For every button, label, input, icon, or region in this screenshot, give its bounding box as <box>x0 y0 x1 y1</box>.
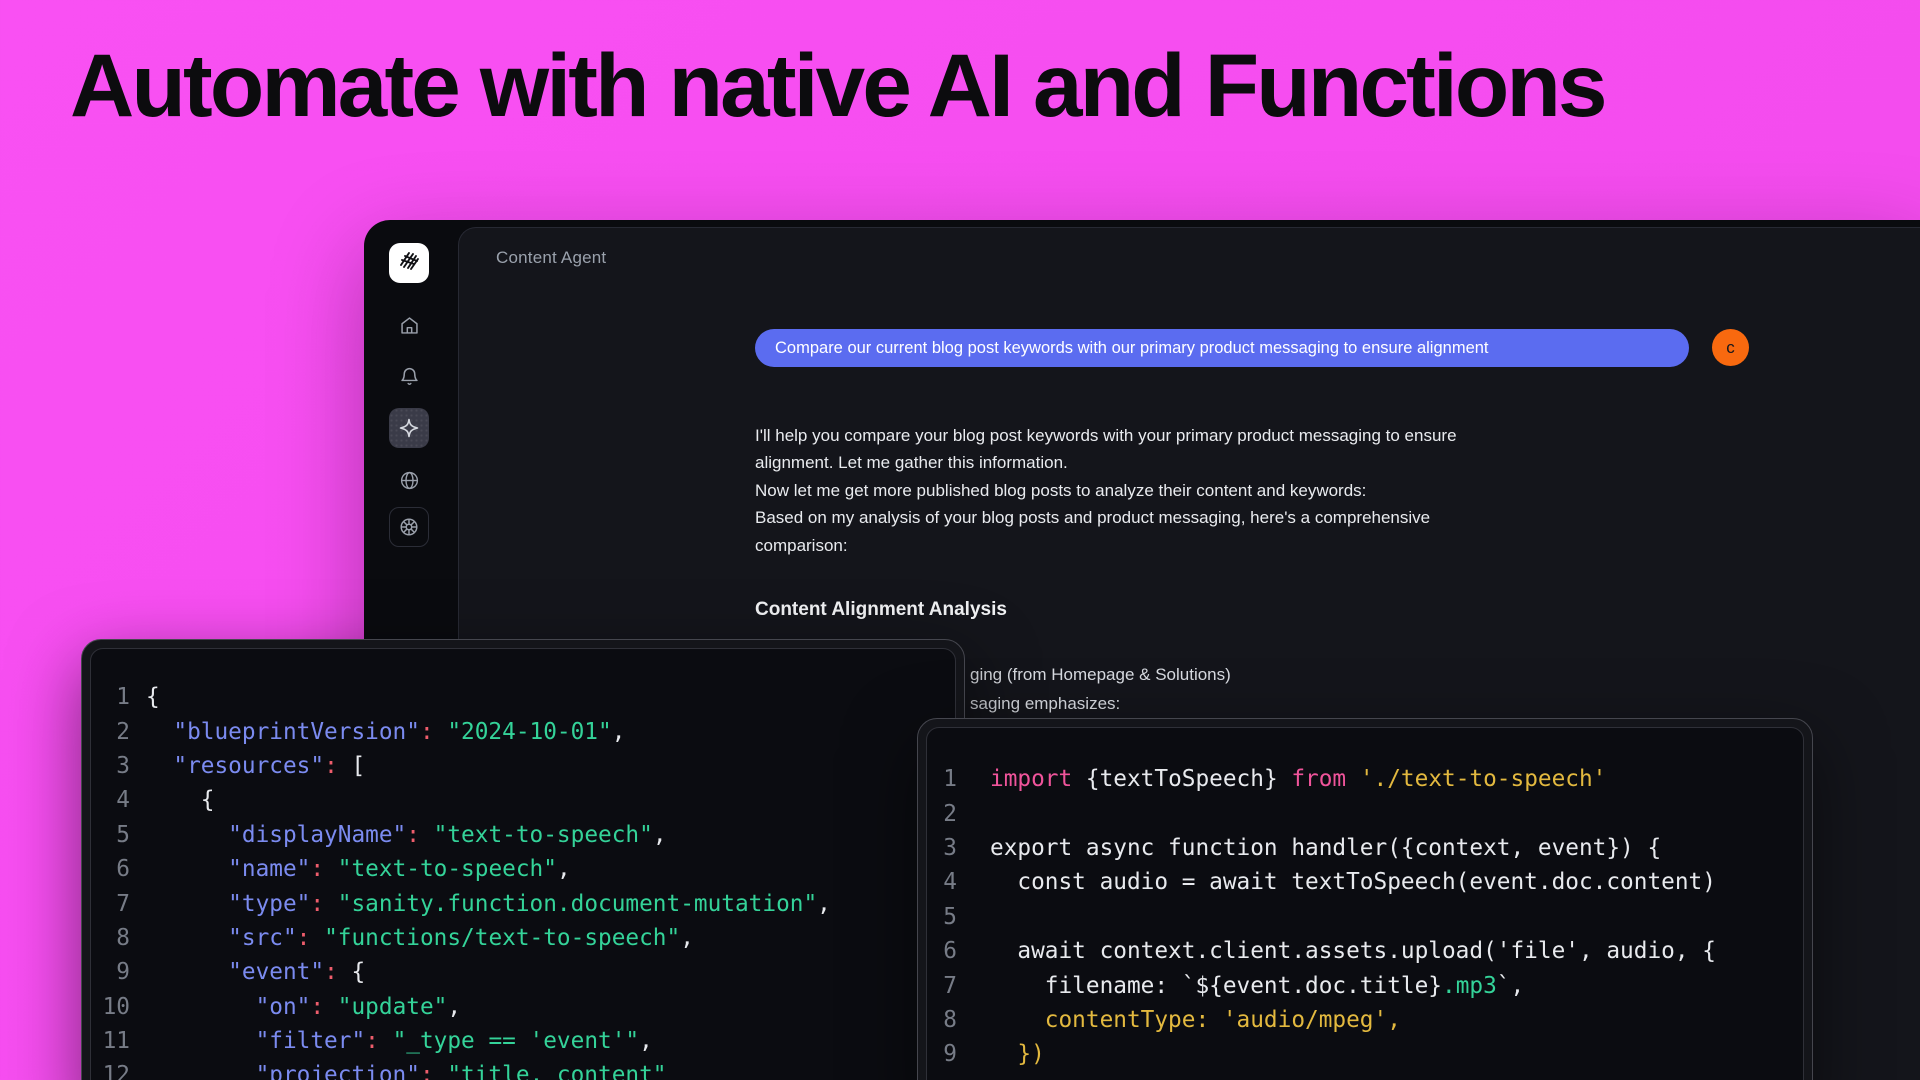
code-line: 7 "type": "sanity.function.document-muta… <box>91 886 955 920</box>
code-content: "resources": [ <box>146 753 365 779</box>
function-code-window: 1 import {textToSpeech} from './text-to-s… <box>917 718 1813 1080</box>
code-line: 3 export async function handler({context,… <box>927 831 1803 865</box>
code-line: 8 "src": "functions/text-to-speech", <box>91 921 955 955</box>
line-number: 2 <box>927 801 957 827</box>
code-line: 9 "event": { <box>91 955 955 989</box>
sanity-logo-icon <box>396 248 422 279</box>
code-line: 9 }) <box>927 1037 1803 1071</box>
code-content: filename: `${event.doc.title}.mp3`, <box>990 973 1524 999</box>
sidebar-item-plugin[interactable] <box>389 507 429 547</box>
code-content: "event": { <box>146 959 365 985</box>
code-content: "blueprintVersion": "2024-10-01", <box>146 719 625 745</box>
globe-icon <box>399 470 420 491</box>
line-number: 11 <box>91 1028 130 1054</box>
code-content: }) <box>990 1041 1045 1067</box>
line-number: 3 <box>927 835 957 861</box>
line-number: 1 <box>91 684 130 710</box>
line-number: 5 <box>927 904 957 930</box>
line-number: 2 <box>91 719 130 745</box>
line-number: 12 <box>91 1062 130 1080</box>
line-number: 6 <box>91 856 130 882</box>
code-content: "type": "sanity.function.document-mutati… <box>146 891 831 917</box>
line-number: 1 <box>927 766 957 792</box>
code-line: 2 <box>927 796 1803 830</box>
code-line: 1 import {textToSpeech} from './text-to-s… <box>927 762 1803 796</box>
code-line: 4 const audio = await textToSpeech(event… <box>927 865 1803 899</box>
code-line: 6 "name": "text-to-speech", <box>91 852 955 886</box>
code-line: 6 await context.client.assets.upload('fi… <box>927 934 1803 968</box>
code-content: await context.client.assets.upload('file… <box>990 938 1716 964</box>
user-avatar: c <box>1712 329 1749 366</box>
line-number: 8 <box>91 925 130 951</box>
sidebar-item-home[interactable] <box>389 305 429 345</box>
panel-title: Content Agent <box>496 248 606 268</box>
line-number: 10 <box>91 994 130 1020</box>
code-content: contentType: 'audio/mpeg', <box>990 1007 1401 1033</box>
code-content: { <box>146 684 160 710</box>
code-line: 5 <box>927 900 1803 934</box>
user-message-row: Compare our current blog post keywords w… <box>755 329 1689 367</box>
code-content: "filter": "_type == 'event'", <box>146 1028 653 1054</box>
function-code-editor[interactable]: 1 import {textToSpeech} from './text-to-s… <box>926 727 1804 1080</box>
user-message-bubble: Compare our current blog post keywords w… <box>755 329 1689 367</box>
code-content: "projection": "title, content" <box>146 1062 667 1080</box>
line-number: 3 <box>91 753 130 779</box>
code-line: 1{ <box>91 680 955 714</box>
code-content: const audio = await textToSpeech(event.d… <box>990 869 1716 895</box>
line-number: 4 <box>91 787 130 813</box>
bell-icon <box>399 366 420 387</box>
sparkle-icon <box>397 416 421 440</box>
wheel-icon <box>398 516 420 538</box>
line-number: 5 <box>91 822 130 848</box>
hero-title: Automate with native AI and Functions <box>70 30 1605 141</box>
line-number: 4 <box>927 869 957 895</box>
code-line: 8 contentType: 'audio/mpeg', <box>927 1003 1803 1037</box>
sidebar-item-notifications[interactable] <box>389 356 429 396</box>
line-number: 7 <box>91 891 130 917</box>
line-number: 9 <box>91 959 130 985</box>
assistant-message-partial: ging (from Homepage & Solutions) saging … <box>970 661 1231 718</box>
analysis-heading: Content Alignment Analysis <box>755 599 1007 621</box>
line-number: 7 <box>927 973 957 999</box>
sidebar-item-globe[interactable] <box>389 460 429 500</box>
code-content: "displayName": "text-to-speech", <box>146 822 667 848</box>
line-number: 6 <box>927 938 957 964</box>
assistant-message: I'll help you compare your blog post key… <box>755 422 1675 559</box>
line-number: 9 <box>927 1041 957 1067</box>
sanity-logo-button[interactable] <box>389 243 429 283</box>
code-content: "name": "text-to-speech", <box>146 856 571 882</box>
code-line: 2 "blueprintVersion": "2024-10-01", <box>91 714 955 748</box>
code-content: "src": "functions/text-to-speech", <box>146 925 694 951</box>
code-content: import {textToSpeech} from './text-to-sp… <box>990 766 1606 792</box>
code-content: export async function handler({context, … <box>990 835 1661 861</box>
code-line: 5 "displayName": "text-to-speech", <box>91 818 955 852</box>
home-icon <box>399 315 420 336</box>
code-line: 10 "on": "update", <box>91 990 955 1024</box>
line-number: 8 <box>927 1007 957 1033</box>
code-line: 12 "projection": "title, content" <box>91 1058 955 1080</box>
code-line: 4 { <box>91 783 955 817</box>
code-line: 3 "resources": [ <box>91 749 955 783</box>
code-content: { <box>146 787 214 813</box>
code-line: 7 filename: `${event.doc.title}.mp3`, <box>927 968 1803 1002</box>
blueprint-json-window: 1{2 "blueprintVersion": "2024-10-01",3 "… <box>81 639 965 1080</box>
code-line: 11 "filter": "_type == 'event'", <box>91 1024 955 1058</box>
blueprint-json-editor[interactable]: 1{2 "blueprintVersion": "2024-10-01",3 "… <box>90 648 956 1080</box>
code-content: "on": "update", <box>146 994 461 1020</box>
sidebar-item-ai-assist[interactable] <box>389 408 429 448</box>
